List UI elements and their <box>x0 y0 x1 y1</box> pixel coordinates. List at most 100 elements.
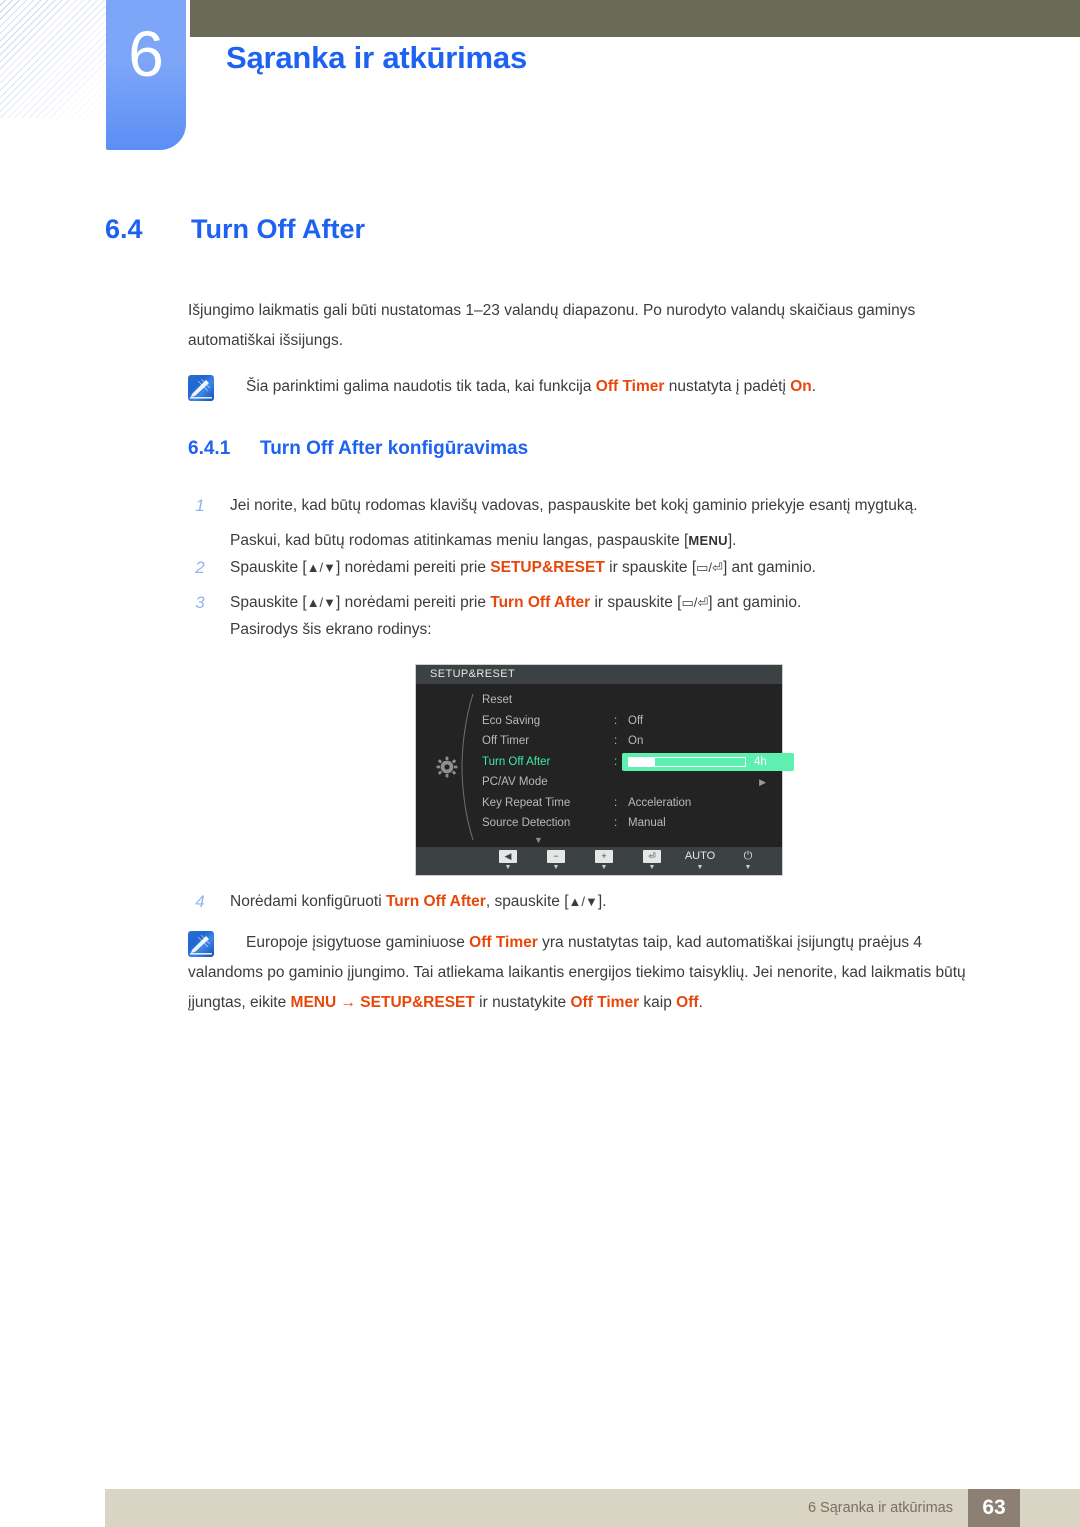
note-2-p4: kaip <box>639 994 677 1011</box>
source-enter-keys-icon: ▭/⏎ <box>681 595 709 610</box>
scroll-down-icon[interactable]: ▼ <box>534 835 543 845</box>
note-1-part2: nustatyta į padėtį <box>664 378 791 395</box>
osd-row-colon: : <box>614 714 618 727</box>
step-3-b: ] norėdami pereiti prie <box>336 594 491 611</box>
note-2-highlight-setup-reset: SETUP&RESET <box>360 994 475 1011</box>
note-2-highlight-menu: MENU <box>290 994 337 1011</box>
step-3-follow-text: Pasirodys šis ekrano rodinys: <box>230 621 432 638</box>
turn-off-after-slider[interactable]: 4h <box>622 752 794 771</box>
section-number: 6.4 <box>105 214 143 244</box>
step-4-text: Norėdami konfigūruoti Turn Off After, sp… <box>230 884 1018 919</box>
osd-row-colon: : <box>614 755 618 768</box>
osd-item-list: Reset Eco Saving : Off Off Timer : On Tu… <box>474 690 794 834</box>
osd-row-label: Turn Off After <box>482 755 551 768</box>
step-3-d: ] ant gaminio. <box>708 594 802 611</box>
step-1-number: 1 <box>195 496 205 515</box>
minus-button-glyph: − <box>547 850 565 863</box>
header-olive-bar <box>190 0 1080 37</box>
enter-button-glyph: ⏎ <box>643 850 661 863</box>
note-pen-icon <box>188 375 214 401</box>
step-2-text: Spauskite [▲/▼] norėdami pereiti prie SE… <box>230 550 1018 585</box>
step-4-b: , spauskite [ <box>485 893 569 910</box>
auto-button-tick: ▼ <box>696 864 704 871</box>
up-down-arrow-icon: ▲/▼ <box>306 595 337 610</box>
osd-row-value: Off <box>628 714 644 727</box>
note-1-text: Šia parinktimi galima naudotis tik tada,… <box>246 378 816 395</box>
osd-body: Reset Eco Saving : Off Off Timer : On Tu… <box>416 684 794 847</box>
step-1-line-1: Jei norite, kad būtų rodomas klavišų vad… <box>230 497 918 514</box>
minus-button-tick: ▼ <box>552 864 560 871</box>
step-3-a: Spauskite [ <box>230 594 307 611</box>
back-button[interactable]: ◀ ▼ <box>484 850 532 872</box>
osd-row-value: Manual <box>628 817 666 829</box>
footer-page-number: 63 <box>968 1489 1020 1527</box>
chapter-number: 6 <box>128 18 164 90</box>
osd-button-bar: ◀ ▼ − ▼ + ▼ ⏎ ▼ AUTO ▼ ⏻ ▼ <box>416 847 782 875</box>
step-3-highlight-turn-off-after: Turn Off After <box>490 594 591 611</box>
osd-row-source-detection[interactable]: Source Detection : Manual <box>474 813 778 834</box>
slider-fill <box>629 757 655 766</box>
auto-button[interactable]: AUTO ▼ <box>676 850 724 872</box>
plus-button[interactable]: + ▼ <box>580 850 628 872</box>
osd-row-turn-off-after[interactable]: Turn Off After : 4h <box>474 752 794 773</box>
minus-button[interactable]: − ▼ <box>532 850 580 872</box>
step-4-a: Norėdami konfigūruoti <box>230 893 386 910</box>
subsection-heading: 6.4.1 Turn Off After konfigūravimas <box>188 438 528 460</box>
slider-value-label: 4h <box>754 755 767 768</box>
step-2-b: ] norėdami pereiti prie <box>336 559 491 576</box>
subsection-title: Turn Off After konfigūravimas <box>260 438 529 459</box>
step-2: 2 Spauskite [▲/▼] norėdami pereiti prie … <box>188 550 1018 585</box>
osd-row-label: Source Detection <box>482 817 571 829</box>
header-hatch-decoration <box>0 0 106 118</box>
note-2-highlight-off: Off <box>676 994 699 1011</box>
step-2-c: ir spauskite [ <box>604 559 697 576</box>
step-4-number: 4 <box>195 892 205 911</box>
menu-key-label: MENU <box>688 533 728 548</box>
osd-row-label: PC/AV Mode <box>482 776 548 788</box>
section-heading: 6.4 Turn Off After <box>105 214 365 245</box>
step-2-d: ] ant gaminio. <box>722 559 816 576</box>
osd-row-key-repeat-time[interactable]: Key Repeat Time : Acceleration <box>474 793 778 814</box>
osd-row-colon: : <box>614 735 618 747</box>
note-2-p3: ir nustatykite <box>474 994 571 1011</box>
enter-button-tick: ▼ <box>648 864 656 871</box>
note-1-part3: . <box>811 378 817 395</box>
osd-row-label: Off Timer <box>482 735 530 747</box>
osd-title: SETUP&RESET <box>416 665 782 684</box>
osd-row-value: On <box>628 735 644 747</box>
footer-chapter-label: 6 Sąranka ir atkūrimas <box>807 1500 953 1516</box>
osd-row-label: Reset <box>482 694 513 706</box>
osd-row-colon: : <box>614 796 618 809</box>
step-3-c: ir spauskite [ <box>590 594 682 611</box>
note-2-highlight-off-timer-2: Off Timer <box>570 994 640 1011</box>
step-1-line-2-b: ]. <box>727 532 737 549</box>
slider-track <box>628 756 746 767</box>
note-1-part1: Šia parinktimi galima naudotis tik tada,… <box>246 378 596 395</box>
intro-paragraph: Išjungimo laikmatis gali būti nustatomas… <box>188 302 916 349</box>
step-4: 4 Norėdami konfigūruoti Turn Off After, … <box>188 884 1018 919</box>
osd-row-value: Acceleration <box>628 796 692 809</box>
osd-row-eco-saving[interactable]: Eco Saving : Off <box>474 711 778 732</box>
step-1-line-2-a: Paskui, kad būtų rodomas atitinkamas men… <box>230 532 689 549</box>
step-2-number: 2 <box>195 558 205 577</box>
step-2-a: Spauskite [ <box>230 559 307 576</box>
plus-button-glyph: + <box>595 850 613 863</box>
enter-button[interactable]: ⏎ ▼ <box>628 850 676 872</box>
up-down-arrow-icon: ▲/▼ <box>306 560 337 575</box>
chevron-right-icon: ▶ <box>759 777 766 787</box>
plus-button-tick: ▼ <box>600 864 608 871</box>
up-down-arrow-icon: ▲/▼ <box>568 894 598 909</box>
power-button[interactable]: ⏻ ▼ <box>724 850 772 872</box>
osd-row-off-timer[interactable]: Off Timer : On <box>474 731 778 752</box>
gear-icon <box>436 756 458 778</box>
note-2-text: Europoje įsigytuose gaminiuose Off Timer… <box>188 934 966 1011</box>
step-2-highlight-setup-reset: SETUP&RESET <box>490 559 605 576</box>
osd-menu-screenshot: SETUP&RESET Reset Eco Saving: Off Off T… <box>415 664 794 876</box>
osd-row-reset[interactable]: Reset <box>474 690 778 711</box>
osd-row-pc-av-mode[interactable]: PC/AV Mode ▶ <box>474 772 778 793</box>
osd-row-label: Eco Saving <box>482 714 541 727</box>
back-button-tick: ▼ <box>504 864 512 871</box>
chapter-tab: 6 <box>106 0 186 150</box>
power-icon: ⏻ <box>743 850 753 862</box>
note-2-highlight-off-timer-1: Off Timer <box>469 934 538 951</box>
